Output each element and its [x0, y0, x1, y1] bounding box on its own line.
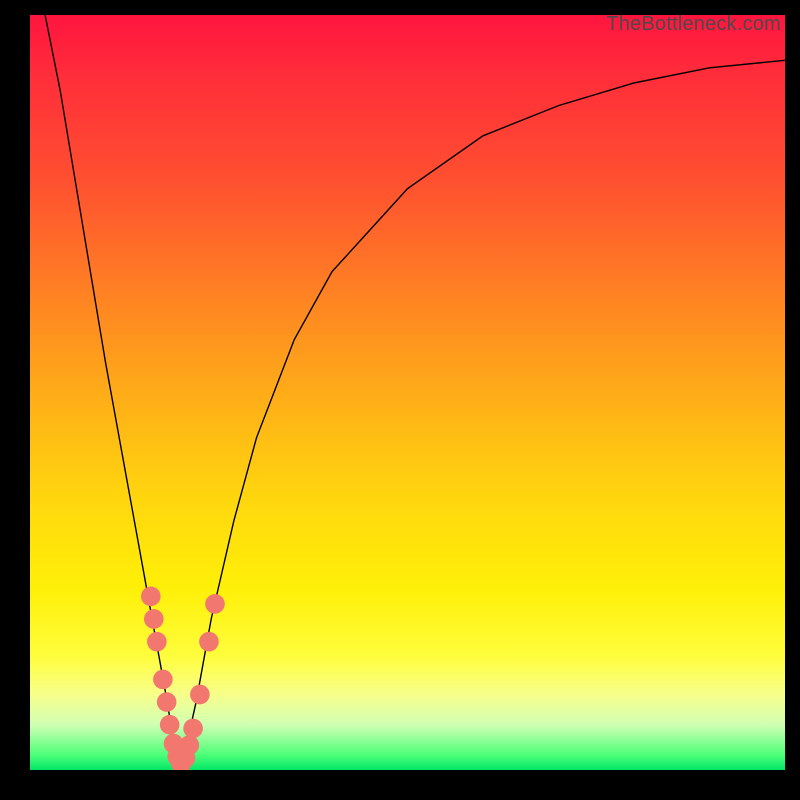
data-marker — [179, 735, 199, 755]
chart-curves — [45, 15, 785, 770]
data-marker — [144, 609, 164, 629]
data-marker — [205, 594, 225, 614]
data-marker — [147, 632, 167, 652]
data-marker — [199, 632, 219, 652]
data-marker — [153, 670, 173, 690]
data-marker — [157, 692, 177, 712]
data-marker — [183, 719, 203, 739]
curve-curve-left — [45, 15, 181, 770]
curve-curve-right — [181, 60, 785, 770]
plot-area: TheBottleneck.com — [30, 15, 785, 770]
chart-frame: TheBottleneck.com — [0, 0, 800, 800]
data-marker — [190, 685, 210, 705]
data-marker — [141, 587, 161, 607]
data-marker — [160, 715, 180, 735]
chart-svg — [30, 15, 785, 770]
